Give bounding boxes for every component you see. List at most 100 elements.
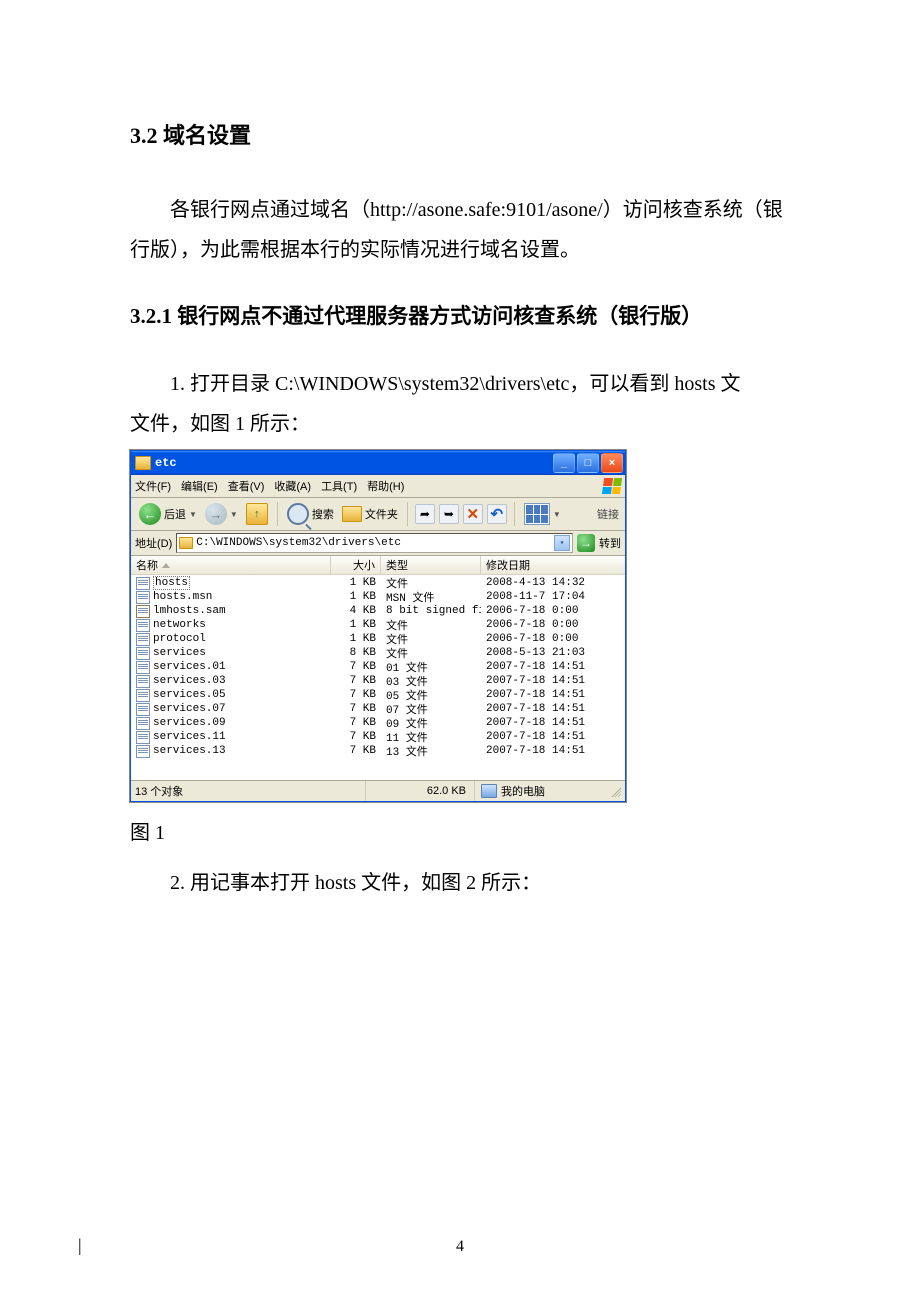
file-size: 1 KB xyxy=(331,619,381,631)
file-row[interactable]: hosts1 KB文件2008-4-13 14:32 xyxy=(131,576,625,590)
go-label: 转到 xyxy=(599,535,621,551)
file-row[interactable]: services.017 KB01 文件2007-7-18 14:51 xyxy=(131,660,625,674)
go-button[interactable]: → xyxy=(577,534,595,552)
file-icon xyxy=(136,745,150,758)
forward-button[interactable]: → ▼ xyxy=(203,502,240,526)
file-name: services.09 xyxy=(153,717,226,729)
file-name: services.11 xyxy=(153,731,226,743)
address-dropdown-icon[interactable]: ▾ xyxy=(554,535,570,551)
file-row[interactable]: services.097 KB09 文件2007-7-18 14:51 xyxy=(131,716,625,730)
search-button[interactable]: 搜索 xyxy=(285,502,336,526)
up-button[interactable] xyxy=(244,502,270,526)
file-date: 2007-7-18 14:51 xyxy=(481,731,625,743)
file-date: 2008-5-13 21:03 xyxy=(481,647,625,659)
file-row[interactable]: protocol1 KB文件2006-7-18 0:00 xyxy=(131,632,625,646)
file-date: 2006-7-18 0:00 xyxy=(481,633,625,645)
maximize-button[interactable]: □ xyxy=(577,453,599,473)
titlebar[interactable]: etc _ □ × xyxy=(131,451,625,475)
search-icon xyxy=(287,503,309,525)
file-icon xyxy=(136,703,150,716)
col-size[interactable]: 大小 xyxy=(331,556,381,574)
address-input[interactable]: C:\WINDOWS\system32\drivers\etc ▾ xyxy=(176,533,573,553)
step-2: 2. 用记事本打开 hosts 文件，如图 2 所示： xyxy=(130,863,790,903)
menu-favorites[interactable]: 收藏(A) xyxy=(274,478,311,494)
separator xyxy=(277,502,278,526)
my-computer-icon xyxy=(481,784,497,798)
up-folder-icon xyxy=(246,503,268,525)
menu-tools[interactable]: 工具(T) xyxy=(321,478,357,494)
file-size: 7 KB xyxy=(331,675,381,687)
column-headers: 名称 大小 类型 修改日期 xyxy=(131,556,625,575)
file-date: 2007-7-18 14:51 xyxy=(481,661,625,673)
file-row[interactable]: hosts.msn1 KBMSN 文件2008-11-7 17:04 xyxy=(131,590,625,604)
file-size: 1 KB xyxy=(331,577,381,589)
file-date: 2007-7-18 14:51 xyxy=(481,745,625,757)
chevron-down-icon[interactable]: ▼ xyxy=(230,510,238,519)
text-cursor: | xyxy=(78,1235,82,1256)
file-row[interactable]: services.057 KB05 文件2007-7-18 14:51 xyxy=(131,688,625,702)
file-icon xyxy=(136,731,150,744)
file-row[interactable]: services.117 KB11 文件2007-7-18 14:51 xyxy=(131,730,625,744)
file-size: 1 KB xyxy=(331,633,381,645)
file-name: lmhosts.sam xyxy=(153,605,226,617)
file-name: services xyxy=(153,647,206,659)
page-number: 4 xyxy=(0,1238,920,1256)
forward-arrow-icon: → xyxy=(205,503,227,525)
file-icon xyxy=(136,591,150,604)
heading-3-2-1: 3.2.1 银行网点不通过代理服务器方式访问核查系统（银行版） xyxy=(130,300,790,330)
file-name: services.07 xyxy=(153,703,226,715)
file-date: 2008-11-7 17:04 xyxy=(481,591,625,603)
file-row[interactable]: services8 KB文件2008-5-13 21:03 xyxy=(131,646,625,660)
file-size: 8 KB xyxy=(331,647,381,659)
folder-icon xyxy=(135,456,151,470)
file-row[interactable]: lmhosts.sam4 KB8 bit signed file2006-7-1… xyxy=(131,604,625,618)
file-type: MSN 文件 xyxy=(381,589,481,605)
minimize-button[interactable]: _ xyxy=(553,453,575,473)
file-size: 7 KB xyxy=(331,661,381,673)
chevron-down-icon[interactable]: ▼ xyxy=(553,510,561,519)
folders-button[interactable]: 文件夹 xyxy=(340,505,400,523)
close-button[interactable]: × xyxy=(601,453,623,473)
chevron-down-icon[interactable]: ▼ xyxy=(189,510,197,519)
resize-grip-icon[interactable] xyxy=(609,785,621,797)
address-path: C:\WINDOWS\system32\drivers\etc xyxy=(196,537,401,549)
file-row[interactable]: services.137 KB13 文件2007-7-18 14:51 xyxy=(131,744,625,758)
views-icon xyxy=(524,503,550,525)
links-label[interactable]: 链接 xyxy=(597,506,619,522)
menu-help[interactable]: 帮助(H) xyxy=(367,478,404,494)
file-name: networks xyxy=(153,619,206,631)
figure-caption-1: 图 1 xyxy=(130,816,790,845)
menu-view[interactable]: 查看(V) xyxy=(228,478,265,494)
file-name: services.03 xyxy=(153,675,226,687)
back-label: 后退 xyxy=(164,506,186,522)
file-name: hosts.msn xyxy=(153,591,212,603)
views-button[interactable]: ▼ xyxy=(522,502,563,526)
address-bar: 地址(D) C:\WINDOWS\system32\drivers\etc ▾ … xyxy=(131,531,625,556)
file-name: hosts xyxy=(153,576,190,590)
file-size: 7 KB xyxy=(331,731,381,743)
back-button[interactable]: ← 后退 ▼ xyxy=(137,502,199,526)
file-icon xyxy=(136,717,150,730)
col-type[interactable]: 类型 xyxy=(381,556,481,574)
address-label: 地址(D) xyxy=(135,535,172,551)
file-date: 2006-7-18 0:00 xyxy=(481,619,625,631)
windows-logo-icon xyxy=(602,478,622,494)
col-date[interactable]: 修改日期 xyxy=(481,556,625,574)
toolbar: ← 后退 ▼ → ▼ 搜索 文件夹 ➦ ➥ ✕ xyxy=(131,498,625,531)
file-row[interactable]: services.077 KB07 文件2007-7-18 14:51 xyxy=(131,702,625,716)
status-size: 62.0 KB xyxy=(366,781,475,801)
step-1-line1: 1. 打开目录 C:\WINDOWS\system32\drivers\etc，… xyxy=(130,364,790,404)
copy-to-icon[interactable]: ➥ xyxy=(439,504,459,524)
menu-edit[interactable]: 编辑(E) xyxy=(181,478,218,494)
step-1-line2: 文件，如图 1 所示： xyxy=(130,404,790,444)
file-date: 2007-7-18 14:51 xyxy=(481,675,625,687)
move-to-icon[interactable]: ➦ xyxy=(415,504,435,524)
file-size: 7 KB xyxy=(331,745,381,757)
separator xyxy=(407,502,408,526)
menu-file[interactable]: 文件(F) xyxy=(135,478,171,494)
delete-icon[interactable]: ✕ xyxy=(463,504,483,524)
col-name[interactable]: 名称 xyxy=(131,556,331,574)
file-row[interactable]: networks1 KB文件2006-7-18 0:00 xyxy=(131,618,625,632)
file-row[interactable]: services.037 KB03 文件2007-7-18 14:51 xyxy=(131,674,625,688)
undo-icon[interactable]: ↶ xyxy=(487,504,507,524)
